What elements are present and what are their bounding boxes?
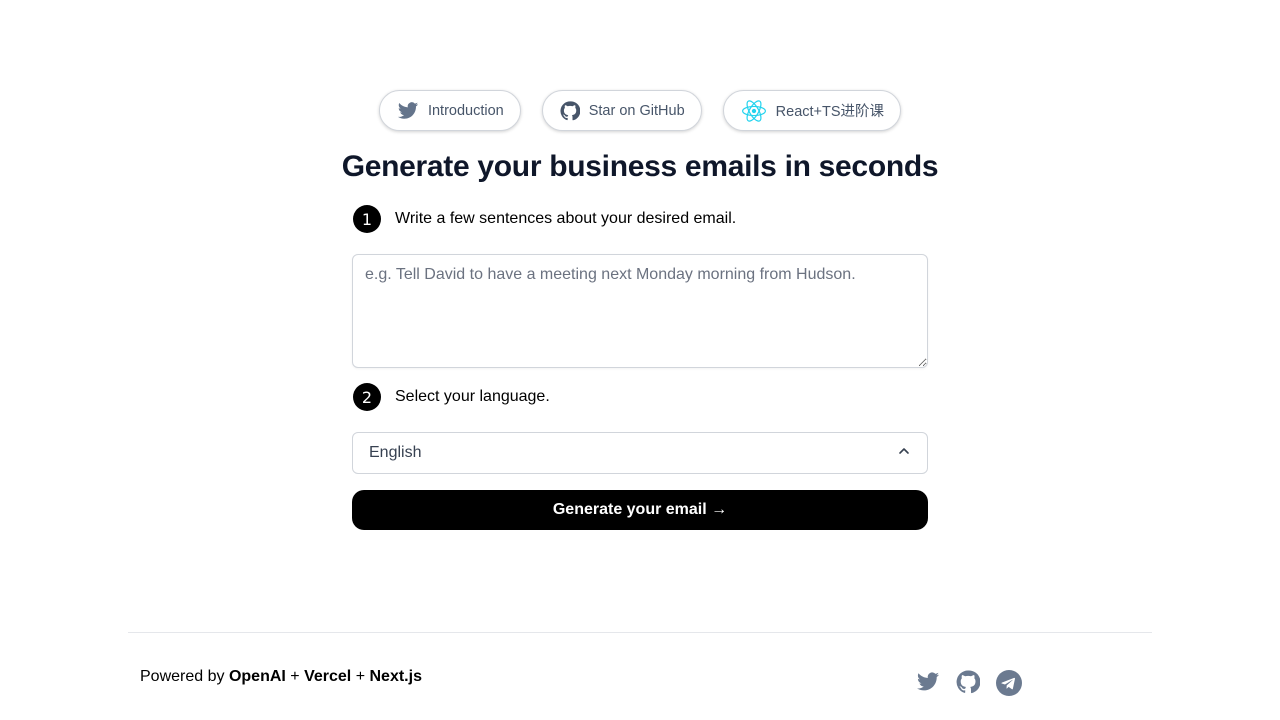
course-label: React+TS进阶课 (775, 104, 885, 120)
step-1-badge: 1 (353, 205, 381, 233)
language-select-value: English (369, 444, 422, 461)
nextjs-link[interactable]: Next.js (370, 668, 422, 685)
step-1-label: Write a few sentences about your desired… (395, 210, 737, 227)
page-title: Generate your business emails in seconds (341, 150, 939, 183)
plus-sign: + (355, 668, 366, 685)
openai-link[interactable]: OpenAI (229, 668, 286, 685)
footer-divider (128, 632, 1152, 633)
chevron-up-icon (897, 444, 911, 463)
powered-by-label: Powered by (140, 668, 225, 685)
email-prompt-input[interactable] (352, 254, 928, 368)
react-icon (741, 99, 767, 123)
step-2-badge: 2 (353, 383, 381, 411)
github-star-label: Star on GitHub (588, 102, 685, 119)
page: Introduction Star on GitHub React+TS进阶课 (0, 0, 1280, 720)
plus-sign: + (290, 668, 300, 685)
twitter-icon (397, 100, 419, 122)
introduction-label: Introduction (427, 102, 504, 119)
github-icon[interactable] (956, 670, 981, 694)
generate-email-button[interactable]: Generate your email → (352, 490, 928, 530)
telegram-icon[interactable] (996, 670, 1022, 696)
github-icon (560, 100, 580, 121)
language-select[interactable]: English (352, 432, 928, 474)
top-links: Introduction Star on GitHub React+TS进阶课 (0, 90, 1280, 131)
vercel-link[interactable]: Vercel (304, 668, 351, 685)
twitter-icon[interactable] (916, 670, 940, 694)
step-2-label: Select your language. (395, 388, 550, 405)
course-link[interactable]: React+TS进阶课 (722, 90, 902, 131)
introduction-link[interactable]: Introduction (378, 90, 521, 131)
footer-powered-by: Powered by OpenAI + Vercel + Next.js (140, 668, 422, 686)
step-2: 2 Select your language. (353, 383, 550, 411)
step-1: 1 Write a few sentences about your desir… (353, 205, 736, 233)
github-star-link[interactable]: Star on GitHub (541, 90, 702, 131)
social-links (916, 670, 1022, 696)
